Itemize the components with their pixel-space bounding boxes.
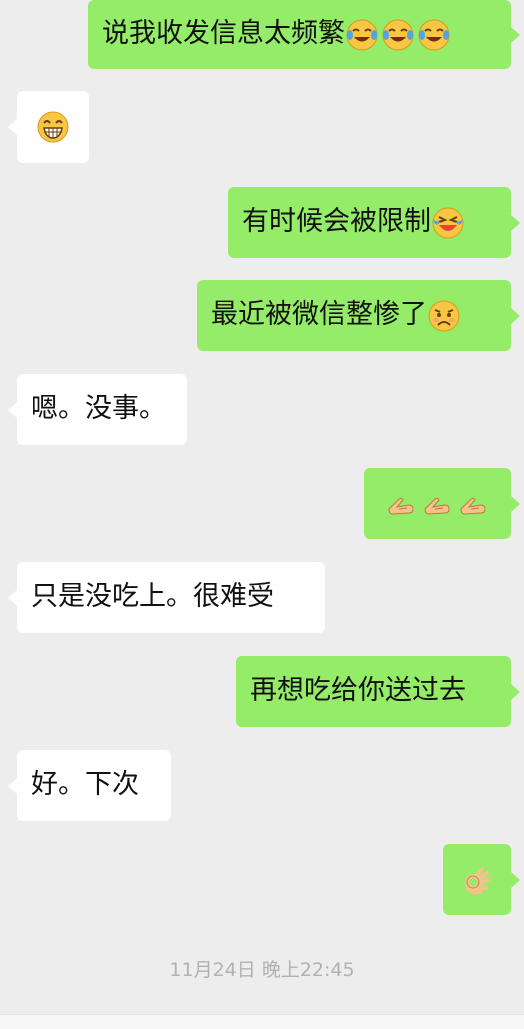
chat-message-list[interactable]: 说我收发信息太频繁 有时候会被限制 最近被微信整惨了 嗯。没事。 只是没吃上。很… bbox=[0, 0, 524, 1029]
message-bubble-sent[interactable]: 再想吃给你送过去 bbox=[236, 656, 520, 727]
message-text: 说我收发信息太频繁 bbox=[102, 18, 345, 50]
message-bubble-received[interactable]: 只是没吃上。很难受 bbox=[8, 562, 325, 633]
message-bubble-sent[interactable] bbox=[443, 844, 520, 915]
input-toolbar-edge bbox=[0, 1014, 524, 1029]
message-bubble-sent[interactable]: 最近被微信整惨了 bbox=[197, 280, 520, 351]
message-text: 再想吃给你送过去 bbox=[250, 675, 466, 707]
message-text: 只是没吃上。很难受 bbox=[31, 581, 274, 613]
grin-icon bbox=[36, 110, 70, 144]
message-bubble-sent[interactable]: 说我收发信息太频繁 bbox=[88, 0, 520, 69]
message-timestamp: 11月24日 晚上22:45 bbox=[169, 959, 355, 981]
message-text: 最近被微信整惨了 bbox=[211, 299, 427, 331]
fist-bump-icon bbox=[385, 487, 419, 521]
fist-bump-icon bbox=[421, 487, 455, 521]
message-bubble-received[interactable] bbox=[8, 91, 89, 163]
tears-of-joy-icon bbox=[431, 206, 465, 240]
message-bubble-sent[interactable] bbox=[364, 468, 520, 539]
message-text: 好。下次 bbox=[31, 769, 139, 801]
laugh-cry-icon bbox=[381, 18, 415, 52]
message-bubble-sent[interactable]: 有时候会被限制 bbox=[228, 187, 520, 258]
message-bubble-received[interactable]: 好。下次 bbox=[8, 750, 171, 821]
fist-bump-icon bbox=[457, 487, 491, 521]
laugh-cry-icon bbox=[417, 18, 451, 52]
ok-hand-icon bbox=[460, 863, 494, 897]
message-text: 有时候会被限制 bbox=[242, 206, 431, 238]
message-bubble-received[interactable]: 嗯。没事。 bbox=[8, 374, 187, 445]
frown-icon bbox=[427, 299, 461, 333]
laugh-cry-icon bbox=[345, 18, 379, 52]
message-text: 嗯。没事。 bbox=[31, 393, 166, 425]
